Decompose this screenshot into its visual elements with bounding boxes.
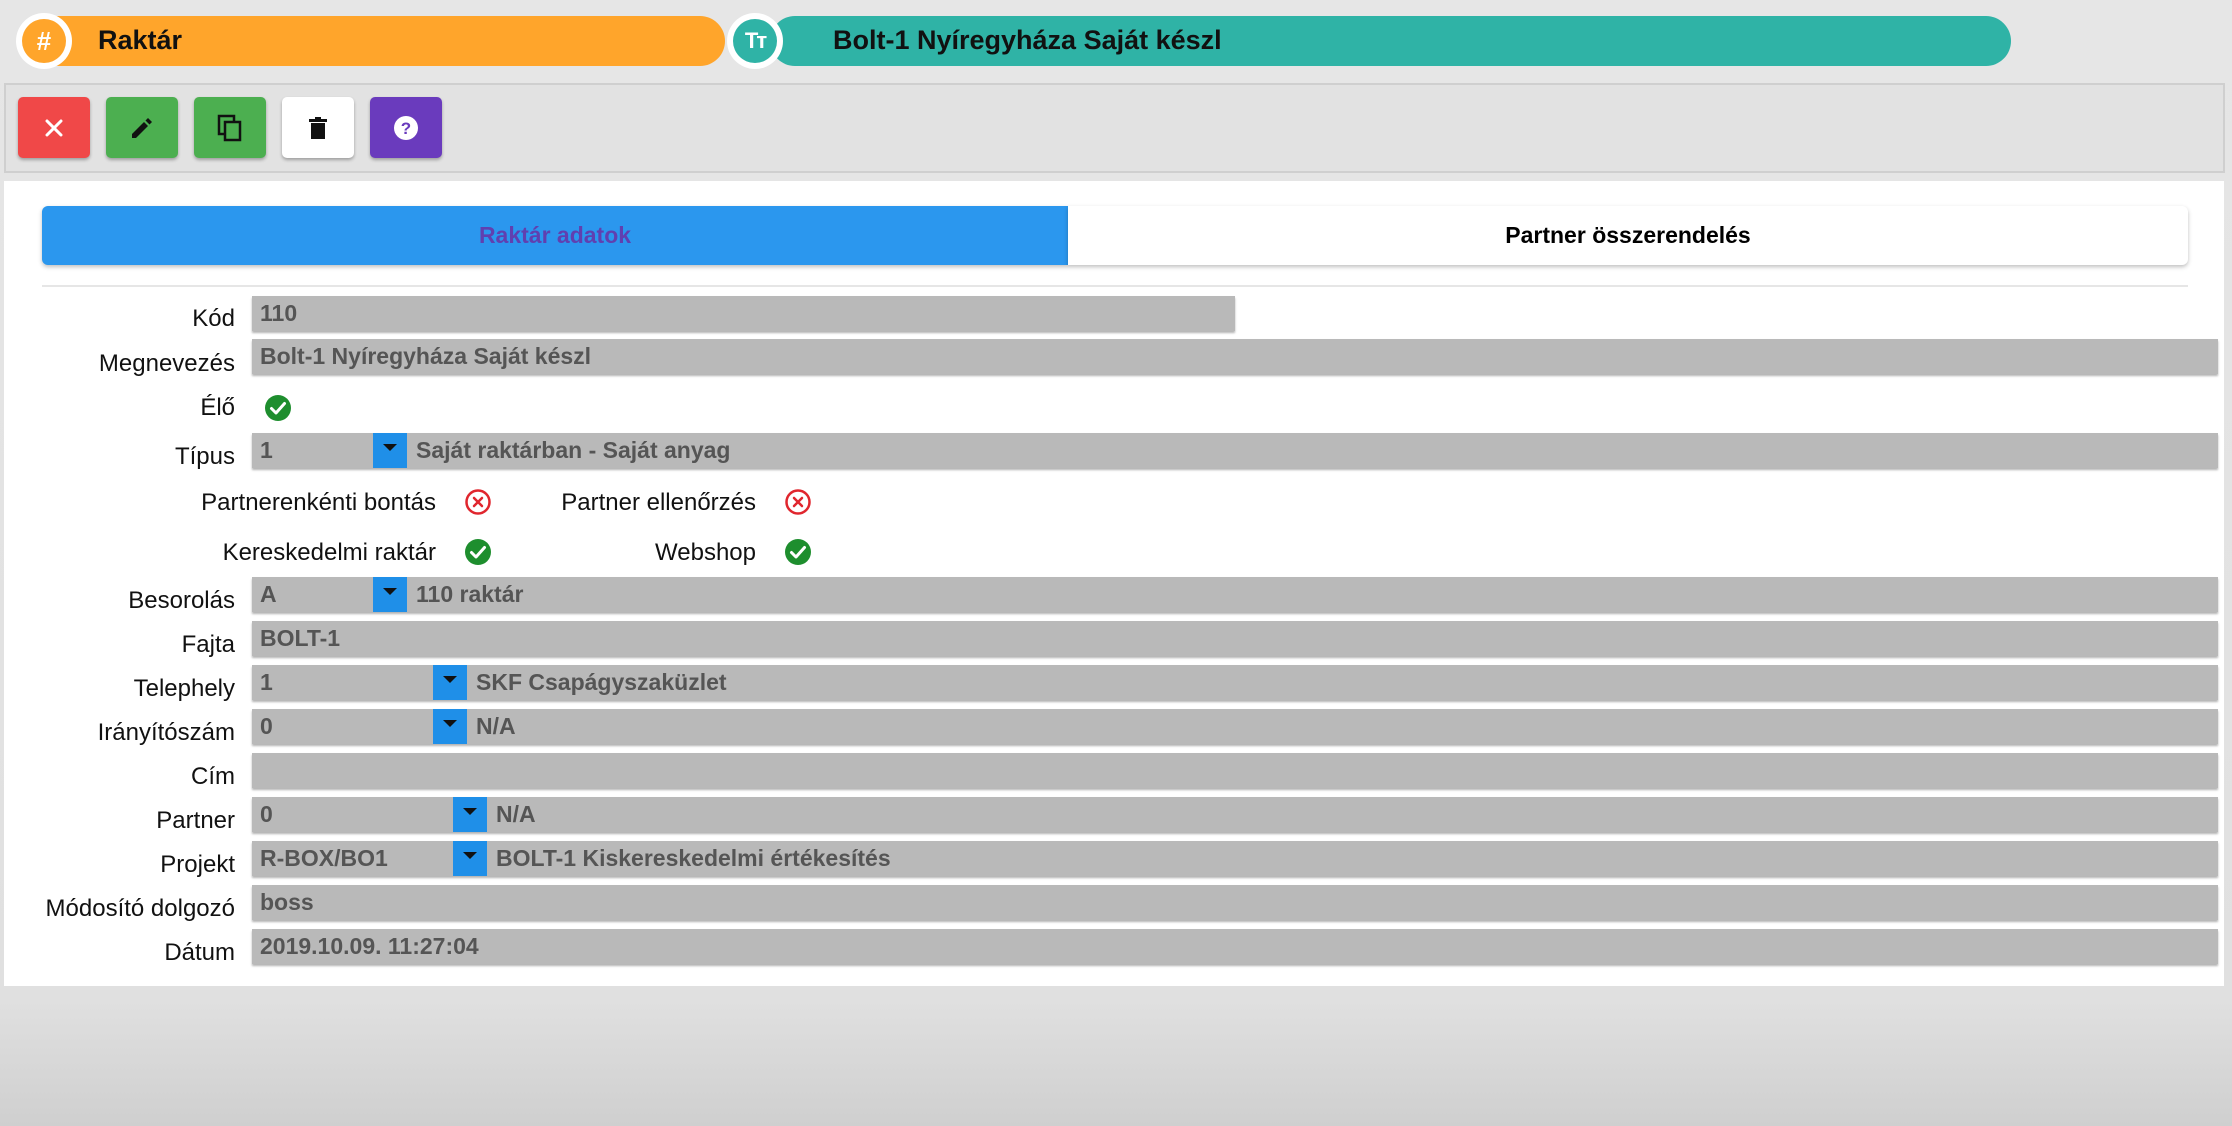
projekt-chevron-down-icon[interactable] (453, 841, 487, 876)
record-name-title: Bolt-1 Nyíregyháza Saját készl (833, 25, 1222, 55)
cim-label: Cím (191, 763, 235, 790)
projekt-description: BOLT-1 Kiskereskedelmi értékesítés (496, 845, 891, 871)
iranyitoszam-chevron-down-icon[interactable] (433, 709, 467, 744)
partner-ellenorzes-label: Partner ellenőrzés (561, 489, 756, 516)
copy-button[interactable] (194, 97, 266, 158)
partnerenkenti-bontas-label: Partnerenkénti bontás (201, 489, 436, 516)
tipus-description: Saját raktárban - Saját anyag (416, 437, 731, 463)
modosito-dolgozo-label: Módosító dolgozó (45, 895, 235, 922)
partnerenkenti-bontas-cross-icon[interactable] (464, 488, 492, 516)
close-button[interactable] (18, 97, 90, 158)
iranyitoszam-description: N/A (476, 713, 516, 739)
partner-code: 0 (260, 801, 273, 827)
kereskedelmi-raktar-check-icon[interactable] (464, 538, 492, 566)
webshop-check-icon[interactable] (784, 538, 812, 566)
kod-field[interactable]: 110 (252, 296, 1235, 331)
webshop-label: Webshop (655, 539, 756, 566)
kod-label: Kód (192, 305, 235, 332)
close-icon (45, 119, 63, 136)
iranyitoszam-code: 0 (260, 713, 273, 739)
datum-label: Dátum (164, 939, 235, 966)
partner-description: N/A (496, 801, 536, 827)
help-icon: ? (394, 115, 418, 140)
iranyitoszam-label: Irányítószám (97, 719, 235, 746)
partner-ellenorzes-cross-icon[interactable] (784, 488, 812, 516)
megnevezes-field[interactable]: Bolt-1 Nyíregyháza Saját készl (252, 339, 2218, 374)
besorolas-chevron-down-icon[interactable] (373, 577, 407, 612)
telephely-dropdown[interactable]: 1 SKF Csapágyszaküzlet (252, 665, 2218, 700)
besorolas-code: A (260, 581, 277, 607)
besorolas-label: Besorolás (128, 587, 235, 614)
partner-label: Partner (156, 807, 235, 834)
elo-check-icon[interactable] (264, 394, 292, 422)
telephely-chevron-down-icon[interactable] (433, 665, 467, 700)
tipus-label: Típus (174, 443, 235, 470)
hash-icon: # (16, 13, 72, 69)
text-type-icon: Tт (727, 13, 783, 69)
kereskedelmi-raktar-label: Kereskedelmi raktár (222, 539, 436, 566)
fajta-label: Fajta (181, 631, 235, 658)
projekt-dropdown[interactable]: R-BOX/BO1 BOLT-1 Kiskereskedelmi értékes… (252, 841, 2218, 876)
fajta-field[interactable]: BOLT-1 (252, 621, 2218, 656)
iranyitoszam-dropdown[interactable]: 0 N/A (252, 709, 2218, 744)
besorolas-description: 110 raktár (416, 581, 524, 607)
trash-icon (309, 116, 327, 139)
copy-icon (217, 114, 242, 141)
telephely-label: Telephely (133, 675, 235, 702)
tab-partner-osszerendeles[interactable]: Partner összerendelés (1068, 206, 2188, 265)
tipus-dropdown[interactable]: 1 Saját raktárban - Saját anyag (252, 433, 2218, 468)
delete-button[interactable] (282, 97, 354, 158)
datum-field[interactable]: 2019.10.09. 11:27:04 (252, 929, 2218, 964)
partner-dropdown[interactable]: 0 N/A (252, 797, 2218, 832)
projekt-label: Projekt (160, 851, 235, 878)
megnevezes-label: Megnevezés (98, 350, 235, 377)
telephely-code: 1 (260, 669, 273, 695)
besorolas-dropdown[interactable]: A 110 raktár (252, 577, 2218, 612)
pencil-icon (132, 117, 152, 138)
help-button[interactable]: ? (370, 97, 442, 158)
tab-divider (42, 285, 2188, 287)
tipus-chevron-down-icon[interactable] (373, 433, 407, 468)
telephely-description: SKF Csapágyszaküzlet (476, 669, 727, 695)
edit-button[interactable] (106, 97, 178, 158)
projekt-code: R-BOX/BO1 (260, 845, 388, 871)
tipus-code: 1 (260, 437, 273, 463)
cim-field[interactable] (252, 753, 2218, 788)
elo-label: Élő (200, 394, 235, 421)
modosito-dolgozo-field[interactable]: boss (252, 885, 2218, 920)
warehouse-title: Raktár (98, 25, 183, 55)
tab-raktar-adatok[interactable]: Raktár adatok (42, 206, 1068, 265)
svg-text:?: ? (401, 119, 411, 138)
partner-chevron-down-icon[interactable] (453, 797, 487, 832)
